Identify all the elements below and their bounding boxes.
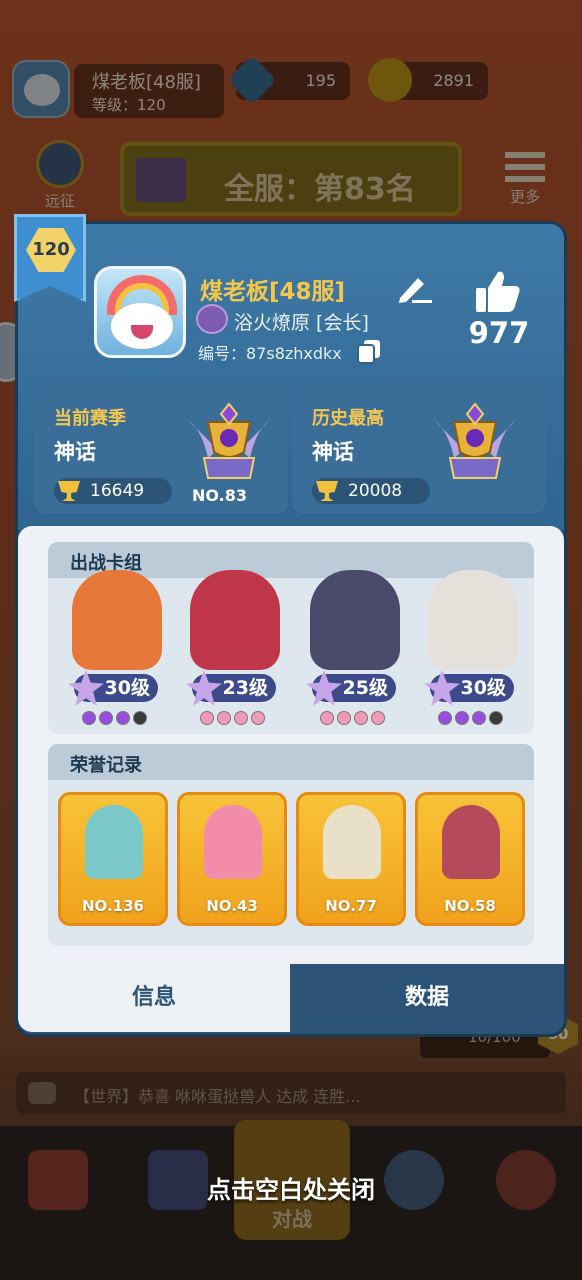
rarity-dot [371, 711, 385, 725]
winged-cup-trophy-icon [442, 805, 500, 879]
best-season-rank: 神话 [312, 440, 354, 464]
thumbs-up-icon[interactable] [474, 268, 522, 314]
best-season-card: 历史最高 神话 20008 [292, 384, 546, 514]
honor-winged-cup-trophy[interactable]: NO.58 [415, 792, 525, 926]
honor-rank-no: NO.136 [82, 897, 144, 915]
rarity-dot [133, 711, 147, 725]
honor-skull-trophy[interactable]: NO.136 [58, 792, 168, 926]
card-rarity-dots [200, 710, 268, 726]
card-rarity-dots [82, 710, 150, 726]
bearded-dwarf-icon [428, 570, 518, 670]
guild-icon [196, 304, 228, 334]
card-level-text: 23级 [222, 677, 268, 699]
skull-trophy-icon [85, 805, 143, 879]
current-trophies: 16649 [90, 481, 145, 501]
star-icon [186, 670, 222, 706]
card-level: 30级 [68, 670, 158, 706]
current-season-rank: 神话 [54, 440, 96, 464]
deck-card-armored-robot[interactable]: 25级 [300, 562, 410, 732]
current-trophy-pill: 16649 [54, 478, 172, 504]
tab-info[interactable]: 信息 [18, 964, 290, 1032]
star-icon [68, 670, 104, 706]
rarity-dot [489, 711, 503, 725]
fire-brawler-icon [72, 570, 162, 670]
rarity-dot [337, 711, 351, 725]
mech-warrior-icon [190, 570, 280, 670]
card-rarity-dots [320, 710, 388, 726]
rarity-dot [217, 711, 231, 725]
current-season-label: 当前赛季 [54, 408, 126, 429]
star-icon [306, 670, 342, 706]
rarity-dot [82, 711, 96, 725]
profile-avatar [94, 266, 186, 358]
card-level: 25级 [306, 670, 396, 706]
profile-name: 煤老板[48服] [200, 279, 346, 305]
star-icon [424, 670, 460, 706]
card-level-text: 30级 [104, 677, 150, 699]
rarity-dot [234, 711, 248, 725]
edit-icon[interactable] [394, 270, 434, 306]
deck-card-bearded-dwarf[interactable]: 30级 [418, 562, 528, 732]
rarity-dot [438, 711, 452, 725]
honor-ice-cream-trophy[interactable]: NO.43 [177, 792, 287, 926]
card-level-text: 30级 [460, 677, 506, 699]
card-level: 30级 [424, 670, 514, 706]
deck-card-fire-brawler[interactable]: 30级 [62, 562, 172, 732]
rarity-dot [455, 711, 469, 725]
rarity-dot [251, 711, 265, 725]
trophy-icon [316, 481, 338, 501]
tab-data[interactable]: 数据 [290, 964, 564, 1032]
player-id: 编号：87s8zhxdkx [198, 344, 342, 363]
copy-icon[interactable] [356, 338, 382, 364]
rarity-dot [116, 711, 130, 725]
card-level-text: 25级 [342, 677, 388, 699]
armored-robot-icon [310, 570, 400, 670]
trophy-icon [58, 481, 80, 501]
best-trophies: 20008 [348, 481, 403, 501]
mythic-rank-badge-icon [434, 402, 516, 479]
honor-rank-no: NO.58 [444, 897, 496, 915]
best-season-label: 历史最高 [312, 408, 384, 429]
mythic-rank-badge-icon [188, 402, 270, 479]
card-level: 23级 [186, 670, 276, 706]
close-hint[interactable]: 点击空白处关闭 [0, 1170, 582, 1205]
rarity-dot [472, 711, 486, 725]
current-season-card: 当前赛季 神话 16649 NO.83 [34, 384, 288, 514]
best-trophy-pill: 20008 [312, 478, 430, 504]
honor-serpent-trophy[interactable]: NO.77 [296, 792, 406, 926]
honor-rank-no: NO.77 [325, 897, 377, 915]
rarity-dot [99, 711, 113, 725]
deck-card-mech-warrior[interactable]: 23级 [180, 562, 290, 732]
ice-cream-trophy-icon [204, 805, 262, 879]
honor-rank-no: NO.43 [206, 897, 258, 915]
rarity-dot [320, 711, 334, 725]
rarity-dot [200, 711, 214, 725]
honor-title: 荣誉记录 [48, 744, 534, 780]
like-count: 977 [468, 316, 530, 350]
card-rarity-dots [438, 710, 506, 726]
guild-name[interactable]: 浴火燎原 [会长] [234, 308, 369, 335]
serpent-trophy-icon [323, 805, 381, 879]
rarity-dot [354, 711, 368, 725]
current-badge-no: NO.83 [192, 486, 247, 505]
